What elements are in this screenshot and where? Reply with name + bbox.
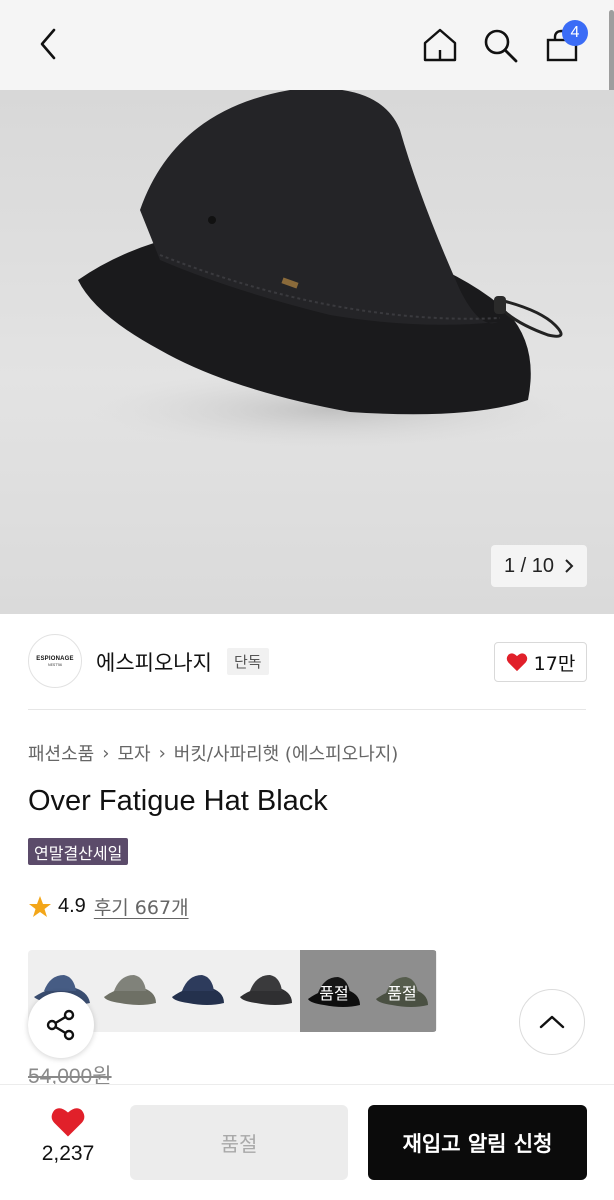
back-button[interactable] [28, 24, 68, 64]
product-title: Over Fatigue Hat Black [28, 785, 328, 817]
wishlist-button[interactable]: 2,237 [28, 1106, 108, 1166]
restock-alert-button[interactable]: 재입고 알림 신청 [368, 1105, 587, 1180]
brand-logo-subtext: NEST'56 [48, 662, 62, 667]
brand-logo-text: ESPIONAGE [36, 655, 74, 662]
chevron-up-icon [539, 1015, 565, 1029]
share-icon [46, 1009, 75, 1041]
scrollbar[interactable] [609, 10, 614, 96]
hat-thumbnail [172, 975, 224, 1005]
top-nav-bar: 4 [0, 0, 614, 90]
share-button[interactable] [28, 992, 94, 1058]
home-button[interactable] [420, 24, 460, 66]
rating-row: 4.9 후기 667개 [28, 893, 189, 920]
breadcrumb: 패션소품 › 모자 › 버킷/사파리햇 (에스피오나지) [28, 740, 398, 766]
star-icon [29, 895, 51, 917]
image-counter-text: 1 / 10 [503, 554, 555, 577]
wishlist-count: 2,237 [41, 1142, 95, 1165]
heart-icon [51, 1108, 85, 1137]
hat-thumbnail [104, 975, 156, 1005]
cart-count-badge: 4 [562, 20, 588, 46]
breadcrumb-item-1[interactable]: 패션소품 [28, 740, 94, 766]
chevron-right-icon [565, 559, 574, 573]
color-option-olive-soldout[interactable]: 품절 [368, 950, 436, 1032]
search-button[interactable] [480, 24, 520, 66]
brand-like-button[interactable]: 17만 [494, 642, 587, 682]
search-icon [484, 29, 518, 63]
scroll-to-top-button[interactable] [519, 989, 585, 1055]
image-counter[interactable]: 1 / 10 [491, 545, 587, 587]
soldout-label: 품절 [387, 984, 417, 1003]
hat-thumbnail [240, 975, 292, 1005]
soldout-button[interactable]: 품절 [130, 1105, 348, 1180]
brand-name[interactable]: 에스피오나지 [96, 647, 212, 677]
breadcrumb-item-2[interactable]: 모자 [117, 740, 150, 766]
brand-logo[interactable]: ESPIONAGE NEST'56 [28, 634, 82, 688]
sale-badge: 연말결산세일 [28, 838, 129, 865]
divider [28, 709, 586, 710]
color-option-khaki-grey[interactable] [96, 950, 164, 1032]
brand-like-count: 17만 [533, 652, 576, 675]
color-option-charcoal[interactable] [232, 950, 300, 1032]
chevron-left-icon [40, 28, 56, 60]
soldout-label: 품절 [319, 984, 349, 1003]
home-icon [423, 28, 457, 62]
heart-icon [506, 653, 527, 672]
bucket-hat-image [78, 90, 570, 450]
rating-value: 4.9 [58, 895, 86, 917]
exclusive-badge: 단독 [227, 648, 269, 675]
chevron-right-icon: › [158, 742, 166, 764]
cart-button[interactable]: 4 [542, 20, 588, 66]
chevron-right-icon: › [102, 742, 110, 764]
product-image[interactable] [0, 90, 614, 614]
review-link[interactable]: 후기 667개 [94, 893, 189, 920]
breadcrumb-item-3[interactable]: 버킷/사파리햇 (에스피오나지) [174, 740, 399, 766]
color-option-navy[interactable] [164, 950, 232, 1032]
color-option-black-soldout[interactable]: 품절 [300, 950, 368, 1032]
